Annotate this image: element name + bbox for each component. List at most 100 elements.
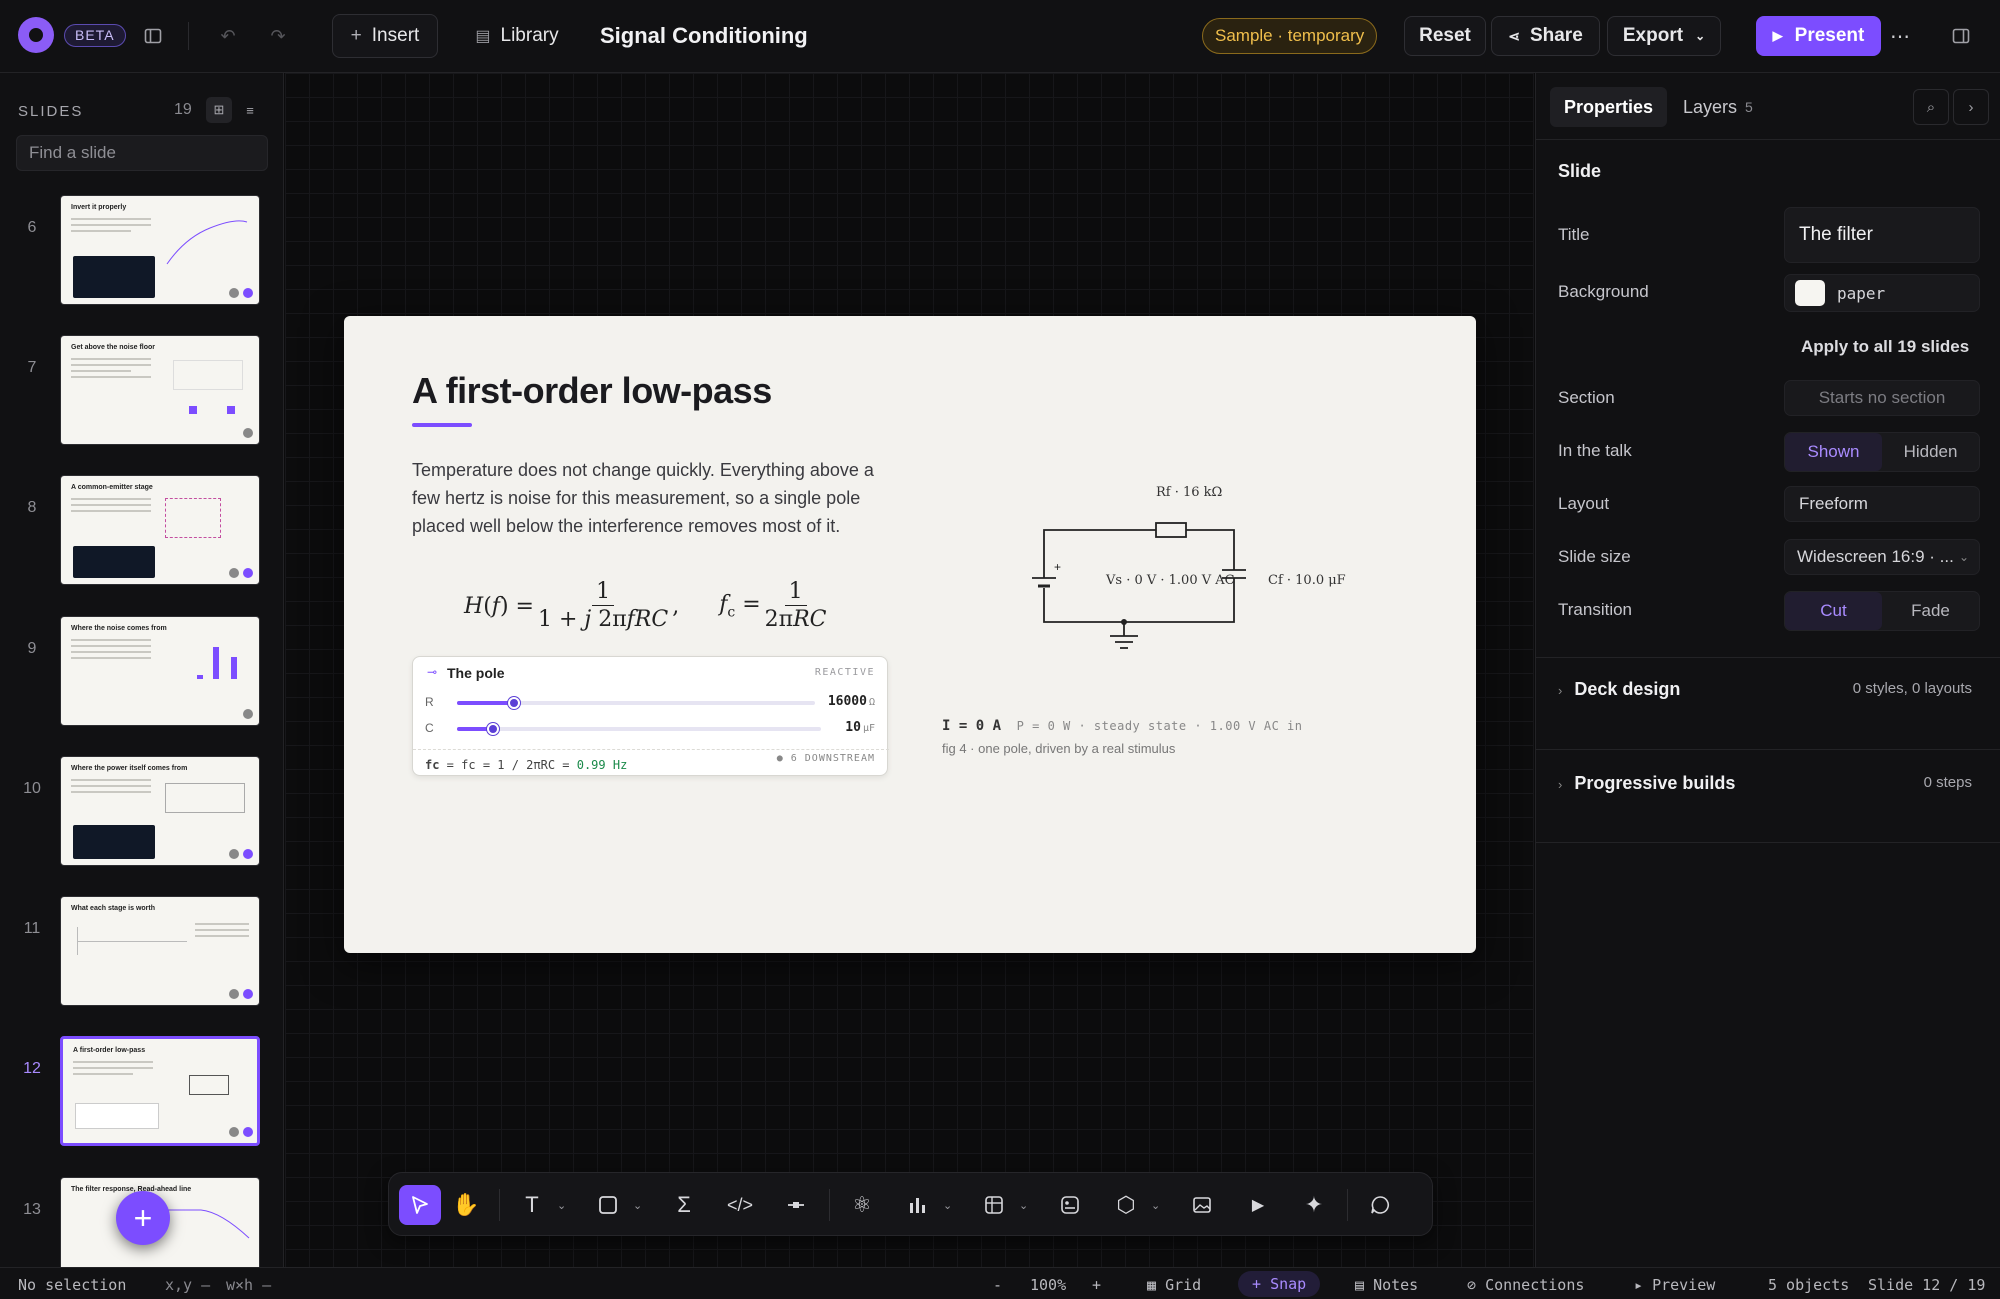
play-icon: ▸: [1634, 1276, 1653, 1294]
c-slider-handle[interactable]: [487, 723, 500, 735]
sidebar-toggle-icon[interactable]: [139, 22, 167, 50]
chevron-down-icon: ⌄: [1695, 29, 1706, 43]
link-icon: ⊘: [1467, 1276, 1486, 1294]
shown-option[interactable]: Shown: [1785, 433, 1882, 471]
r-slider[interactable]: [457, 697, 815, 709]
app-logo[interactable]: [18, 17, 54, 53]
pin-icon: ⊸: [427, 665, 438, 679]
chevron-down-icon[interactable]: ⌄: [1019, 1199, 1028, 1212]
library-icon: ▤: [475, 28, 491, 45]
coordinates-readout: x,y —: [165, 1276, 211, 1294]
tab-layers[interactable]: Layers 5: [1669, 87, 1767, 127]
fade-option[interactable]: Fade: [1882, 592, 1979, 630]
redo-icon[interactable]: ↷: [264, 22, 292, 50]
physics-tool-icon[interactable]: ⚛: [841, 1185, 883, 1225]
zoom-in-button[interactable]: +: [1092, 1276, 1101, 1294]
zoom-level[interactable]: 100%: [1030, 1276, 1066, 1294]
component-tool-icon[interactable]: [775, 1185, 817, 1225]
comment-tool-icon[interactable]: [1359, 1185, 1401, 1225]
zoom-out-button[interactable]: -: [993, 1276, 1002, 1294]
slide-thumbnail-11[interactable]: 11 What each stage is worth: [0, 896, 283, 1008]
top-bar: BETA ↶ ↷ + Insert ▤ Library Signal Conditi…: [0, 0, 2000, 73]
present-button[interactable]: ▶ Present: [1756, 16, 1881, 56]
grid-toggle[interactable]: ▦ Grid: [1147, 1276, 1201, 1294]
list-view-icon[interactable]: ≡: [237, 97, 263, 123]
slide-title-input[interactable]: The filter: [1784, 207, 1980, 263]
thumbnail-preview: A common-emitter stage: [60, 475, 260, 585]
c-value: 10 μF: [845, 720, 875, 735]
chevron-down-icon[interactable]: ⌄: [633, 1199, 642, 1212]
equation-tool-icon[interactable]: Σ: [663, 1185, 705, 1225]
object-count: 5 objects: [1768, 1276, 1850, 1294]
sample-badge: Sample · temporary: [1202, 18, 1378, 54]
transfer-function-equation[interactable]: H(f) = 11 + j 2πfRC , fc = 1 2πRC: [464, 579, 831, 634]
slide-body-text[interactable]: Temperature does not change quickly. Eve…: [412, 456, 892, 540]
slide-search-input[interactable]: Find a slide: [16, 135, 268, 171]
reset-button[interactable]: Reset: [1404, 16, 1486, 56]
media-tool-icon[interactable]: ▶: [1237, 1185, 1279, 1225]
editor-canvas[interactable]: A first-order low-pass Temperature does …: [285, 73, 1534, 1267]
chevron-down-icon[interactable]: ⌄: [943, 1199, 952, 1212]
add-slide-button[interactable]: +: [116, 1191, 170, 1245]
apply-to-all-button[interactable]: Apply to all 19 slides: [1801, 337, 1969, 357]
panel-section-heading: Slide: [1558, 161, 1602, 181]
text-tool-icon[interactable]: T: [511, 1185, 553, 1225]
library-button[interactable]: ▤ Library: [452, 14, 582, 58]
snap-toggle[interactable]: + Snap: [1238, 1271, 1321, 1297]
chevron-down-icon[interactable]: ⌄: [1151, 1199, 1160, 1212]
table-tool-icon[interactable]: [973, 1185, 1015, 1225]
background-swatch: [1795, 280, 1825, 306]
slide-thumbnail-10[interactable]: 10 Where the power itself comes from: [0, 756, 283, 868]
shape-tool-icon[interactable]: [587, 1185, 629, 1225]
c-slider[interactable]: [457, 723, 821, 735]
insert-button[interactable]: + Insert: [332, 14, 438, 58]
background-select[interactable]: paper: [1784, 274, 1980, 312]
select-tool-icon[interactable]: [399, 1185, 441, 1225]
slide-thumbnail-12[interactable]: 12 A first-order low-pass: [0, 1036, 283, 1148]
thumbnail-preview: Where the noise comes from: [60, 616, 260, 726]
pole-widget[interactable]: ⊸ The pole REACTIVE R 16000 Ω C 10 μF fc =: [412, 656, 889, 776]
slide-thumbnail-8[interactable]: 8 A common-emitter stage: [0, 475, 283, 587]
chart-tool-icon[interactable]: [897, 1185, 939, 1225]
export-button[interactable]: Export ⌄: [1607, 16, 1721, 56]
document-title[interactable]: Signal Conditioning: [600, 23, 808, 49]
preview-button[interactable]: ▸ Preview: [1634, 1276, 1715, 1294]
hand-tool-icon[interactable]: ✋: [445, 1185, 487, 1225]
search-icon[interactable]: ⌕: [1913, 89, 1949, 125]
connections-toggle[interactable]: ⊘ Connections: [1467, 1276, 1584, 1294]
deck-design-section[interactable]: › Deck design: [1558, 679, 1680, 700]
slide-thumbnail-7[interactable]: 7 Get above the noise floor: [0, 335, 283, 447]
chevron-down-icon[interactable]: ⌄: [557, 1199, 566, 1212]
notes-icon: ▤: [1355, 1276, 1374, 1294]
layout-select[interactable]: Freeform: [1784, 486, 1980, 522]
rc-circuit-diagram[interactable]: Rf · 16 kΩ Vs · 0 V · 1.00 V AC Cf · 10.…: [1004, 476, 1384, 666]
hidden-option[interactable]: Hidden: [1882, 433, 1979, 471]
image-tool-icon[interactable]: [1181, 1185, 1223, 1225]
section-input[interactable]: Starts no section: [1784, 380, 1980, 416]
slide-size-select[interactable]: Widescreen 16:9 · ... ⌄: [1784, 539, 1980, 575]
insert-toolbar: ✋ T ⌄ ⌄ Σ </> ⚛ ⌄ ⌄ ⬡ ⌄ ▶ ✦: [388, 1172, 1433, 1236]
panel-toggle-icon[interactable]: [1947, 22, 1975, 50]
undo-icon[interactable]: ↶: [214, 22, 242, 50]
ai-sparkle-icon[interactable]: ✦: [1293, 1185, 1335, 1225]
slide-surface[interactable]: A first-order low-pass Temperature does …: [344, 316, 1476, 953]
slide-thumbnail-9[interactable]: 9 Where the noise comes from: [0, 616, 283, 728]
grid-view-icon[interactable]: ⊞: [206, 97, 232, 123]
r-slider-handle[interactable]: [508, 697, 521, 709]
widget-tool-icon[interactable]: [1049, 1185, 1091, 1225]
chevron-right-icon[interactable]: ›: [1953, 89, 1989, 125]
c-slider-row: C 10 μF: [425, 720, 875, 735]
cut-option[interactable]: Cut: [1785, 592, 1882, 630]
more-icon[interactable]: ⋯: [1886, 22, 1914, 50]
slide-thumbnail-6[interactable]: 6 Invert it properly: [0, 195, 283, 307]
deck-design-meta: 0 styles, 0 layouts: [1852, 680, 1972, 697]
tab-properties[interactable]: Properties: [1550, 87, 1668, 127]
progressive-builds-section[interactable]: › Progressive builds: [1558, 773, 1735, 794]
3d-object-tool-icon[interactable]: ⬡: [1105, 1185, 1147, 1225]
code-tool-icon[interactable]: </>: [719, 1185, 761, 1225]
share-button[interactable]: ⋖ Share: [1491, 16, 1600, 56]
notes-toggle[interactable]: ▤ Notes: [1355, 1276, 1418, 1294]
slide-title[interactable]: A first-order low-pass: [412, 370, 772, 412]
plus-icon: +: [1252, 1275, 1271, 1293]
properties-panel: Properties Layers 5 ⌕ › Slide Title The f…: [1535, 73, 2000, 1267]
